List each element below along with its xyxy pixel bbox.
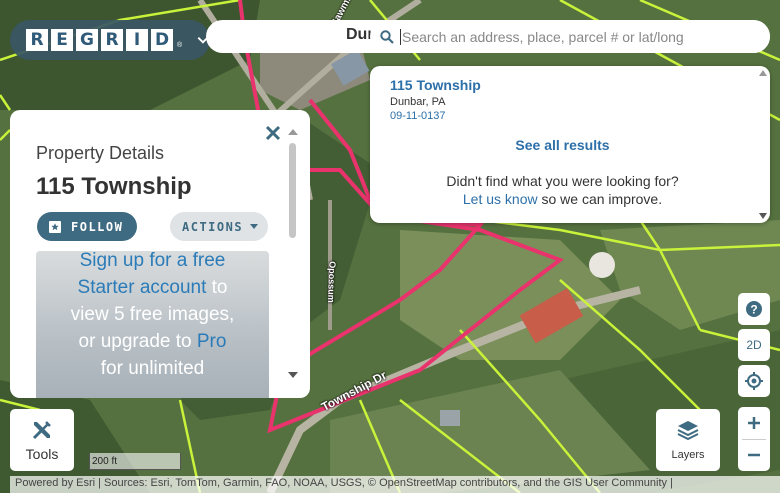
plus-icon [748,417,760,429]
map-attribution: Powered by Esri | Sources: Esri, TomTom,… [10,476,780,493]
minus-icon [748,453,760,457]
zoom-in-button[interactable] [738,407,770,439]
actions-label: ACTIONS [182,219,244,234]
upsell-text-upgrade: or upgrade to [78,331,197,352]
upsell-message: Sign up for a free Starter account to vi… [36,251,269,382]
see-all-results-link[interactable]: See all results [370,137,755,153]
search-results-dropdown: 115 Township Dunbar, PA 09-11-0137 See a… [370,66,770,223]
property-title: 115 Township [36,173,192,200]
map-scale: 200 ft [89,453,181,470]
zoom-controls [738,407,770,471]
logo-letter: R [26,29,48,51]
scroll-down-arrow-icon[interactable] [759,213,767,219]
bookmark-star-icon [49,220,61,233]
panel-scrollbar[interactable] [289,143,296,238]
registered-mark: ® [177,41,183,49]
feedback-suffix: so we can improve. [537,191,663,207]
locate-me-button[interactable] [738,365,770,397]
follow-label: FOLLOW [71,219,124,234]
property-details-panel: Property Details 115 Township FOLLOW ACT… [10,110,310,398]
starter-account-link[interactable]: Starter account [78,277,207,298]
question-circle-icon: ? [746,301,762,317]
result-title[interactable]: 115 Township [390,77,481,93]
panel-scroll-up-icon[interactable] [288,129,298,135]
panel-scroll-down-icon[interactable] [288,372,298,378]
upsell-text-unlimited: for unlimited [100,358,205,379]
logo-letter: E [51,29,73,51]
upsell-image-placeholder: Sign up for a free Starter account to vi… [36,251,269,398]
pro-link[interactable]: Pro [197,331,227,352]
search-input[interactable] [402,28,732,45]
help-button[interactable]: ? [738,293,770,325]
close-icon[interactable] [265,125,281,141]
result-location: Dunbar, PA [390,96,446,108]
sign-up-link[interactable]: Sign up for a free [80,251,226,271]
layers-label: Layers [671,449,705,461]
logo-letter: R [101,29,123,51]
logo-letter: D [151,29,173,51]
zoom-out-button[interactable] [738,439,770,471]
layers-icon [677,421,699,441]
follow-button[interactable]: FOLLOW [37,212,137,241]
crosshair-icon [745,372,763,390]
regrid-logo-menu[interactable]: R E G R I D ® [10,20,210,60]
view-mode-toggle[interactable]: 2D [738,329,770,361]
svg-text:?: ? [750,303,757,317]
text-cursor [400,28,401,45]
upsell-text-to: to [206,277,228,298]
search-bar: Dun [206,20,770,53]
not-found-message: Didn't find what you were looking for? [446,173,679,189]
tools-icon [32,421,51,440]
regrid-logo: R E G R I D [26,29,176,51]
tools-button[interactable]: Tools [10,409,74,471]
result-parcel-id: 09-11-0137 [390,110,446,122]
feedback-line: Let us know so we can improve. [370,191,755,207]
upsell-text-images: view 5 free images, [70,304,235,325]
search-box[interactable] [370,20,770,53]
tools-label: Tools [25,446,59,462]
caret-down-icon [250,224,259,229]
logo-letter: I [126,29,148,51]
search-icon [380,29,394,44]
let-us-know-link[interactable]: Let us know [463,191,538,207]
actions-dropdown-button[interactable]: ACTIONS [170,212,268,241]
scroll-up-arrow-icon[interactable] [759,70,767,76]
panel-heading: Property Details [36,143,165,163]
logo-letter: G [76,29,98,51]
road-label-opossum: Opossum [326,261,338,303]
layers-button[interactable]: Layers [656,409,720,471]
